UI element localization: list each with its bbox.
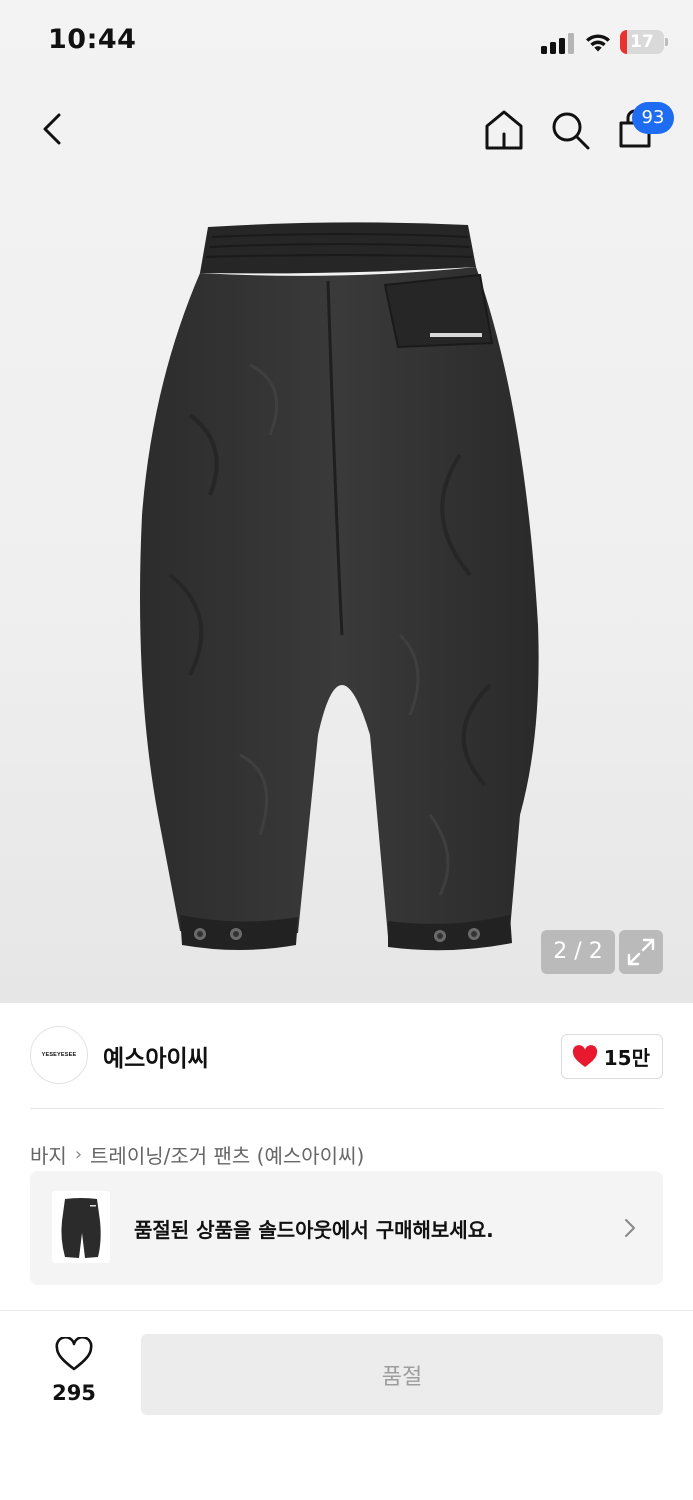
brand-logo[interactable]: YESEYESEE [30,1026,88,1084]
wishlist-button[interactable]: 295 [40,1335,108,1411]
heart-icon [55,1335,93,1371]
bottom-action-bar: 295 품절 [0,1310,693,1500]
search-button[interactable] [546,106,594,154]
brand-name[interactable]: 예스아이씨 [103,1039,209,1073]
status-time: 10:44 [48,24,137,55]
back-button[interactable] [28,105,76,153]
home-button[interactable] [480,106,528,154]
home-icon [485,110,523,150]
cellular-signal-icon [541,32,575,54]
soldout-product-thumbnail [52,1191,110,1263]
battery-cap [665,38,668,46]
chevron-left-icon [43,113,61,145]
wifi-icon [586,34,610,52]
expand-image-button[interactable] [619,930,663,974]
product-image [140,222,539,951]
brand-like-count: 15만 [603,1046,650,1070]
brand-like-button[interactable]: 15만 [560,1034,663,1079]
battery-indicator: 17 [620,30,664,54]
heart-filled-icon [572,1044,597,1067]
thumbnail-pants-image [61,1198,101,1258]
battery-level: 17 [630,32,654,52]
image-counter: 2 / 2 [541,930,615,974]
soldout-button[interactable]: 품절 [141,1334,663,1415]
soldout-banner-text: 품절된 상품을 솔드아웃에서 구매해보세요. [134,1218,494,1242]
divider [30,1108,663,1109]
chevron-right-icon: › [74,1144,83,1165]
cart-count-badge: 93 [632,102,674,134]
product-detail-screen: 10:44 17 93 2 / 2 YESEYESEE 예스아이씨 15만 바지… [0,0,693,1500]
breadcrumb: 바지 › 트레이닝/조거 팬츠 (예스아이씨) [30,1140,364,1169]
product-image-gallery[interactable]: 10:44 17 93 2 / 2 [0,0,693,1003]
brand-row[interactable]: YESEYESEE 예스아이씨 15만 [30,1026,663,1086]
chevron-right-icon [625,1219,635,1237]
breadcrumb-item-category[interactable]: 바지 [30,1140,67,1169]
wishlist-count: 295 [52,1381,96,1405]
status-bar: 10:44 17 [0,0,693,84]
breadcrumb-item-subcategory[interactable]: 트레이닝/조거 팬츠 (예스아이씨) [90,1140,364,1169]
expand-icon [627,938,655,966]
brand-logo-text: YESEYESEE [41,1052,77,1058]
soldout-banner[interactable]: 품절된 상품을 솔드아웃에서 구매해보세요. [30,1171,663,1285]
search-icon [552,112,590,150]
